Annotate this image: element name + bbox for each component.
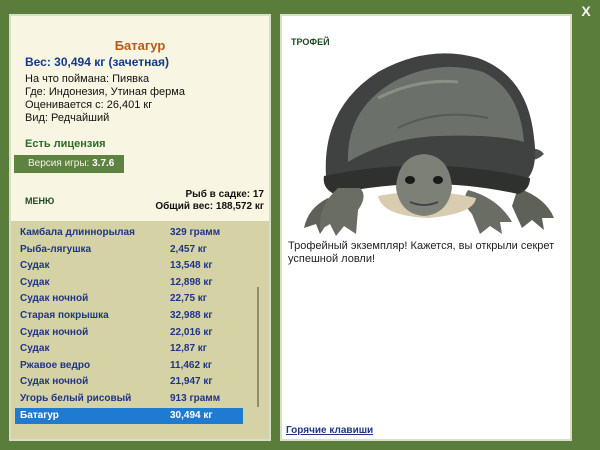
fish-row-name: Батагур [20, 409, 59, 421]
fish-row-weight: 913 грамм [170, 393, 221, 404]
license-status: Есть лицензия [25, 138, 106, 150]
fish-row-weight: 329 грамм [170, 227, 221, 238]
fish-row-weight: 21,947 кг [170, 376, 213, 388]
fish-row-name: Судак [20, 260, 50, 272]
rarity-info: Вид: Редчайший [25, 112, 110, 124]
fish-row-name: Судак ночной [20, 376, 89, 388]
menu-row: МЕНЮ Рыб в садке: 17 Общий вес: 188,572 … [11, 173, 269, 221]
keepnet-row[interactable]: Судак 12,87 кг [15, 341, 243, 357]
fish-row-name: Судак ночной [20, 326, 89, 338]
fish-row-weight: 12,898 кг [170, 276, 213, 288]
fish-row-name: Старая покрышка [20, 310, 109, 321]
fish-row-weight: 32,988 кг [170, 310, 213, 321]
keepnet-row[interactable]: Батагур 30,494 кг [15, 407, 243, 424]
keepnet-row[interactable]: Судак ночной 22,75 кг [15, 291, 243, 307]
trophy-description: Трофейный экземпляр! Кажется, вы открыли… [288, 240, 555, 265]
fish-row-weight: 13,548 кг [170, 260, 213, 272]
fish-row-name: Камбала длиннорылая [20, 227, 135, 238]
fish-row-name: Рыба-лягушка [20, 243, 92, 255]
trophy-panel: ТРОФЕЙ Трофейный экземпляр! Кажется, вы … [280, 14, 572, 441]
scrollbar-track[interactable] [257, 287, 259, 407]
keepnet-row[interactable]: Старая покрышка 32,988 кг [15, 308, 243, 324]
keepnet-row[interactable]: Судак ночной 21,947 кг [15, 374, 243, 390]
fish-row-weight: 12,87 кг [170, 343, 207, 355]
fish-row-weight: 22,016 кг [170, 326, 213, 338]
fish-row-weight: 30,494 кг [170, 409, 213, 421]
keepnet-list: Камбала длиннорылая 329 грамм Рыба-лягушка… [11, 221, 269, 439]
fish-weight: Вес: 30,494 кг (зачетная) [25, 55, 170, 69]
close-button[interactable]: X [577, 3, 595, 19]
catch-panel: Батагур Вес: 30,494 кг (зачетная) На что… [9, 14, 271, 441]
hotkeys-link[interactable]: Горячие клавиши [286, 425, 373, 436]
bait-info: На что поймана: Пиявка [25, 73, 150, 85]
keepnet-row[interactable]: Ржавое ведро 11,462 кг [15, 358, 243, 374]
version-value: 3.7.6 [92, 158, 115, 169]
turtle-icon [304, 53, 554, 236]
keepnet-row[interactable]: Камбала длиннорылая 329 грамм [15, 225, 243, 241]
keepnet-row[interactable]: Рыба-лягушка 2,457 кг [15, 242, 243, 258]
keepnet-total-weight: Общий вес: 188,572 кг [155, 201, 264, 212]
fish-row-name: Судак [20, 343, 50, 355]
keepnet-row[interactable]: Судак 13,548 кг [15, 258, 243, 274]
version-label: Версия игры: [28, 158, 90, 169]
game-version: Версия игры: 3.7.6 [14, 155, 124, 173]
fish-row-weight: 2,457 кг [170, 243, 207, 255]
catch-info: Батагур Вес: 30,494 кг (зачетная) На что… [11, 16, 269, 173]
menu-button[interactable]: МЕНЮ [25, 196, 54, 206]
keepnet-row[interactable]: Судак ночной 22,016 кг [15, 325, 243, 341]
fish-row-name: Судак [20, 276, 50, 288]
fish-row-name: Ржавое ведро [20, 359, 91, 371]
keepnet-count: Рыб в садке: 17 [185, 189, 264, 200]
fish-name: Батагур [114, 38, 166, 53]
place-info: Где: Индонезия, Утиная ферма [25, 86, 185, 98]
value-info: Оценивается с: 26,401 кг [25, 99, 153, 111]
fish-row-weight: 22,75 кг [170, 293, 207, 305]
fish-row-name: Судак ночной [20, 293, 89, 305]
keepnet-scrollbar[interactable] [251, 225, 265, 435]
fish-row-name: Угорь белый рисовый [20, 393, 132, 404]
keepnet-row[interactable]: Угорь белый рисовый 913 грамм [15, 391, 243, 407]
fish-row-weight: 11,462 кг [170, 359, 212, 371]
keepnet-row[interactable]: Судак 12,898 кг [15, 275, 243, 291]
